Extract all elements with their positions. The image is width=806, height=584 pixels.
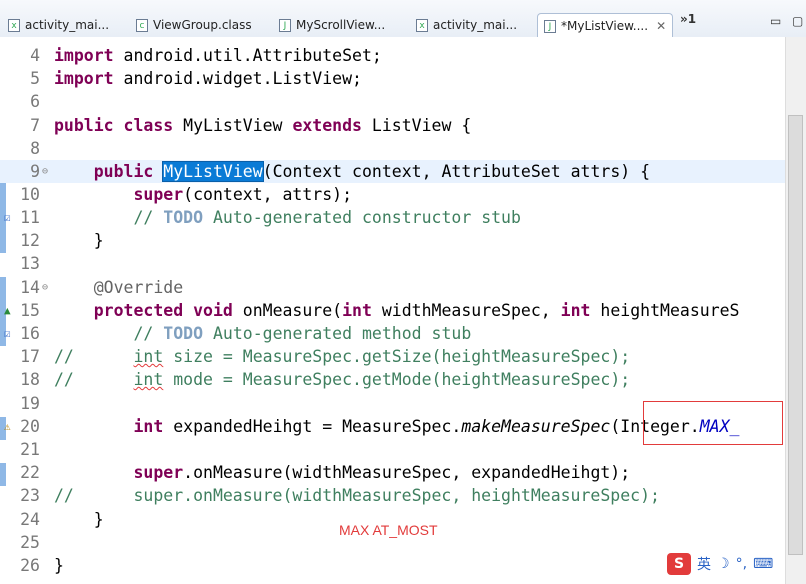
- code-line: 23// super.onMeasure(widthMeasureSpec, h…: [20, 486, 660, 505]
- fold-icon: ⊖: [42, 166, 49, 177]
- code-line: 6: [30, 92, 40, 111]
- code-line: 5 import android.widget.ListView;: [30, 69, 362, 88]
- code-line-current: 9 ⊖ public MyListView(Context context, At…: [0, 160, 785, 183]
- layout-xml-icon: x: [8, 18, 20, 32]
- editor-tab-bar: x activity_mai... c ViewGroup.class J MyScr…: [0, 0, 806, 38]
- fold-icon: ⊖: [42, 282, 49, 293]
- class-file-icon: c: [136, 18, 148, 32]
- keyboard-icon[interactable]: ⌨: [753, 556, 773, 572]
- tab-activity-main-2[interactable]: x activity_mai...: [416, 13, 517, 37]
- tab-viewgroup-class[interactable]: c ViewGroup.class: [136, 13, 252, 37]
- highlight-box: [643, 401, 783, 445]
- punctuation-icon[interactable]: °,: [736, 556, 747, 572]
- code-line: 4 import android.util.AttributeSet;: [30, 46, 382, 65]
- tab-mylistview[interactable]: J *MyListView.... ✕: [537, 13, 674, 38]
- code-line: ☑ 11 // TODO Auto-generated constructor s…: [4, 208, 521, 227]
- minimize-icon[interactable]: ▭: [770, 14, 781, 28]
- maximize-icon[interactable]: ▢: [792, 14, 803, 28]
- ime-language[interactable]: 英: [697, 554, 711, 574]
- layout-xml-icon: x: [416, 18, 428, 32]
- code-line: 18// int mode = MeasureSpec.getMode(heig…: [20, 370, 631, 389]
- code-line: 17// int size = MeasureSpec.getSize(heig…: [20, 347, 631, 366]
- tab-overflow-button[interactable]: »1: [680, 12, 696, 26]
- code-line: 13: [20, 254, 40, 273]
- scrollbar-thumb[interactable]: [788, 115, 803, 555]
- java-file-icon: J: [279, 18, 291, 32]
- code-line: 8: [30, 139, 40, 158]
- code-line: 22 super.onMeasure(widthMeasureSpec, exp…: [20, 463, 631, 482]
- code-line: 12 }: [20, 231, 104, 250]
- ime-toolbar[interactable]: S 英 ☽ °, ⌨: [667, 551, 773, 577]
- java-file-icon: J: [544, 19, 556, 33]
- annotation-text: MAX AT_MOST: [339, 522, 438, 538]
- code-line: ▲ 15 protected void onMeasure(int widthMe…: [4, 301, 740, 320]
- code-line: 10 super(context, attrs);: [20, 185, 353, 204]
- code-line: 7 public class MyListView extends ListVie…: [30, 116, 472, 135]
- tab-activity-main-1[interactable]: x activity_mai...: [8, 13, 109, 37]
- moon-icon[interactable]: ☽: [717, 556, 730, 572]
- code-line: ☑ 16 // TODO Auto-generated method stub: [4, 324, 472, 343]
- tab-myscrollview[interactable]: J MyScrollView...: [279, 13, 385, 37]
- sogou-logo-icon[interactable]: S: [667, 553, 691, 575]
- code-line: 14 ⊖ @Override: [20, 278, 184, 297]
- close-icon[interactable]: ✕: [656, 19, 666, 33]
